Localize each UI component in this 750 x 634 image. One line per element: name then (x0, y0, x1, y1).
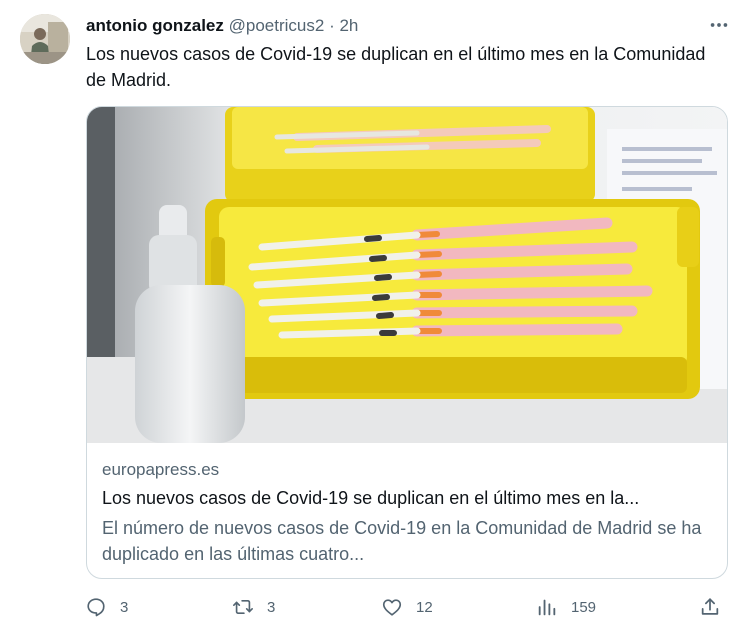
like-icon (382, 599, 402, 616)
author-handle[interactable]: @poetricus2 (229, 16, 325, 35)
reply-icon (87, 598, 105, 617)
repost-count: 3 (267, 598, 276, 616)
author-name[interactable]: antonio gonzalez (86, 16, 224, 35)
card-text[interactable]: europapress.es Los nuevos casos de Covid… (102, 459, 717, 567)
tweet-text: Los nuevos casos de Covid-19 se duplican… (86, 44, 706, 90)
like-count: 12 (416, 598, 433, 616)
share-icon (701, 598, 719, 615)
like-button[interactable]: 12 (381, 591, 433, 623)
more-icon (710, 23, 728, 27)
separator-dot: · (329, 16, 335, 35)
reply-button[interactable]: 3 (85, 591, 128, 623)
more-options-button[interactable] (708, 14, 730, 36)
repost-button[interactable]: 3 (232, 591, 275, 623)
views-button[interactable]: 159 (536, 591, 596, 623)
tweet-timestamp[interactable]: 2h (339, 16, 358, 35)
link-card[interactable]: europapress.es Los nuevos casos de Covid… (86, 106, 728, 579)
reply-count: 3 (120, 598, 129, 616)
card-description: El número de nuevos casos de Covid-19 en… (102, 518, 702, 564)
card-image[interactable] (87, 107, 727, 443)
card-domain: europapress.es (102, 460, 220, 479)
avatar[interactable] (20, 14, 70, 64)
card-title: Los nuevos casos de Covid-19 se duplican… (102, 488, 640, 508)
share-button[interactable] (699, 591, 721, 623)
views-icon (538, 599, 556, 616)
views-count: 159 (571, 598, 597, 616)
avatar-image (20, 14, 70, 64)
tweet[interactable]: antonio gonzalez @poetricus2 · 2h Los nu… (0, 0, 750, 634)
tweet-header: antonio gonzalez @poetricus2 · 2h (86, 15, 358, 37)
action-bar: 3 3 12 159 (0, 591, 750, 623)
repost-icon (233, 599, 253, 615)
